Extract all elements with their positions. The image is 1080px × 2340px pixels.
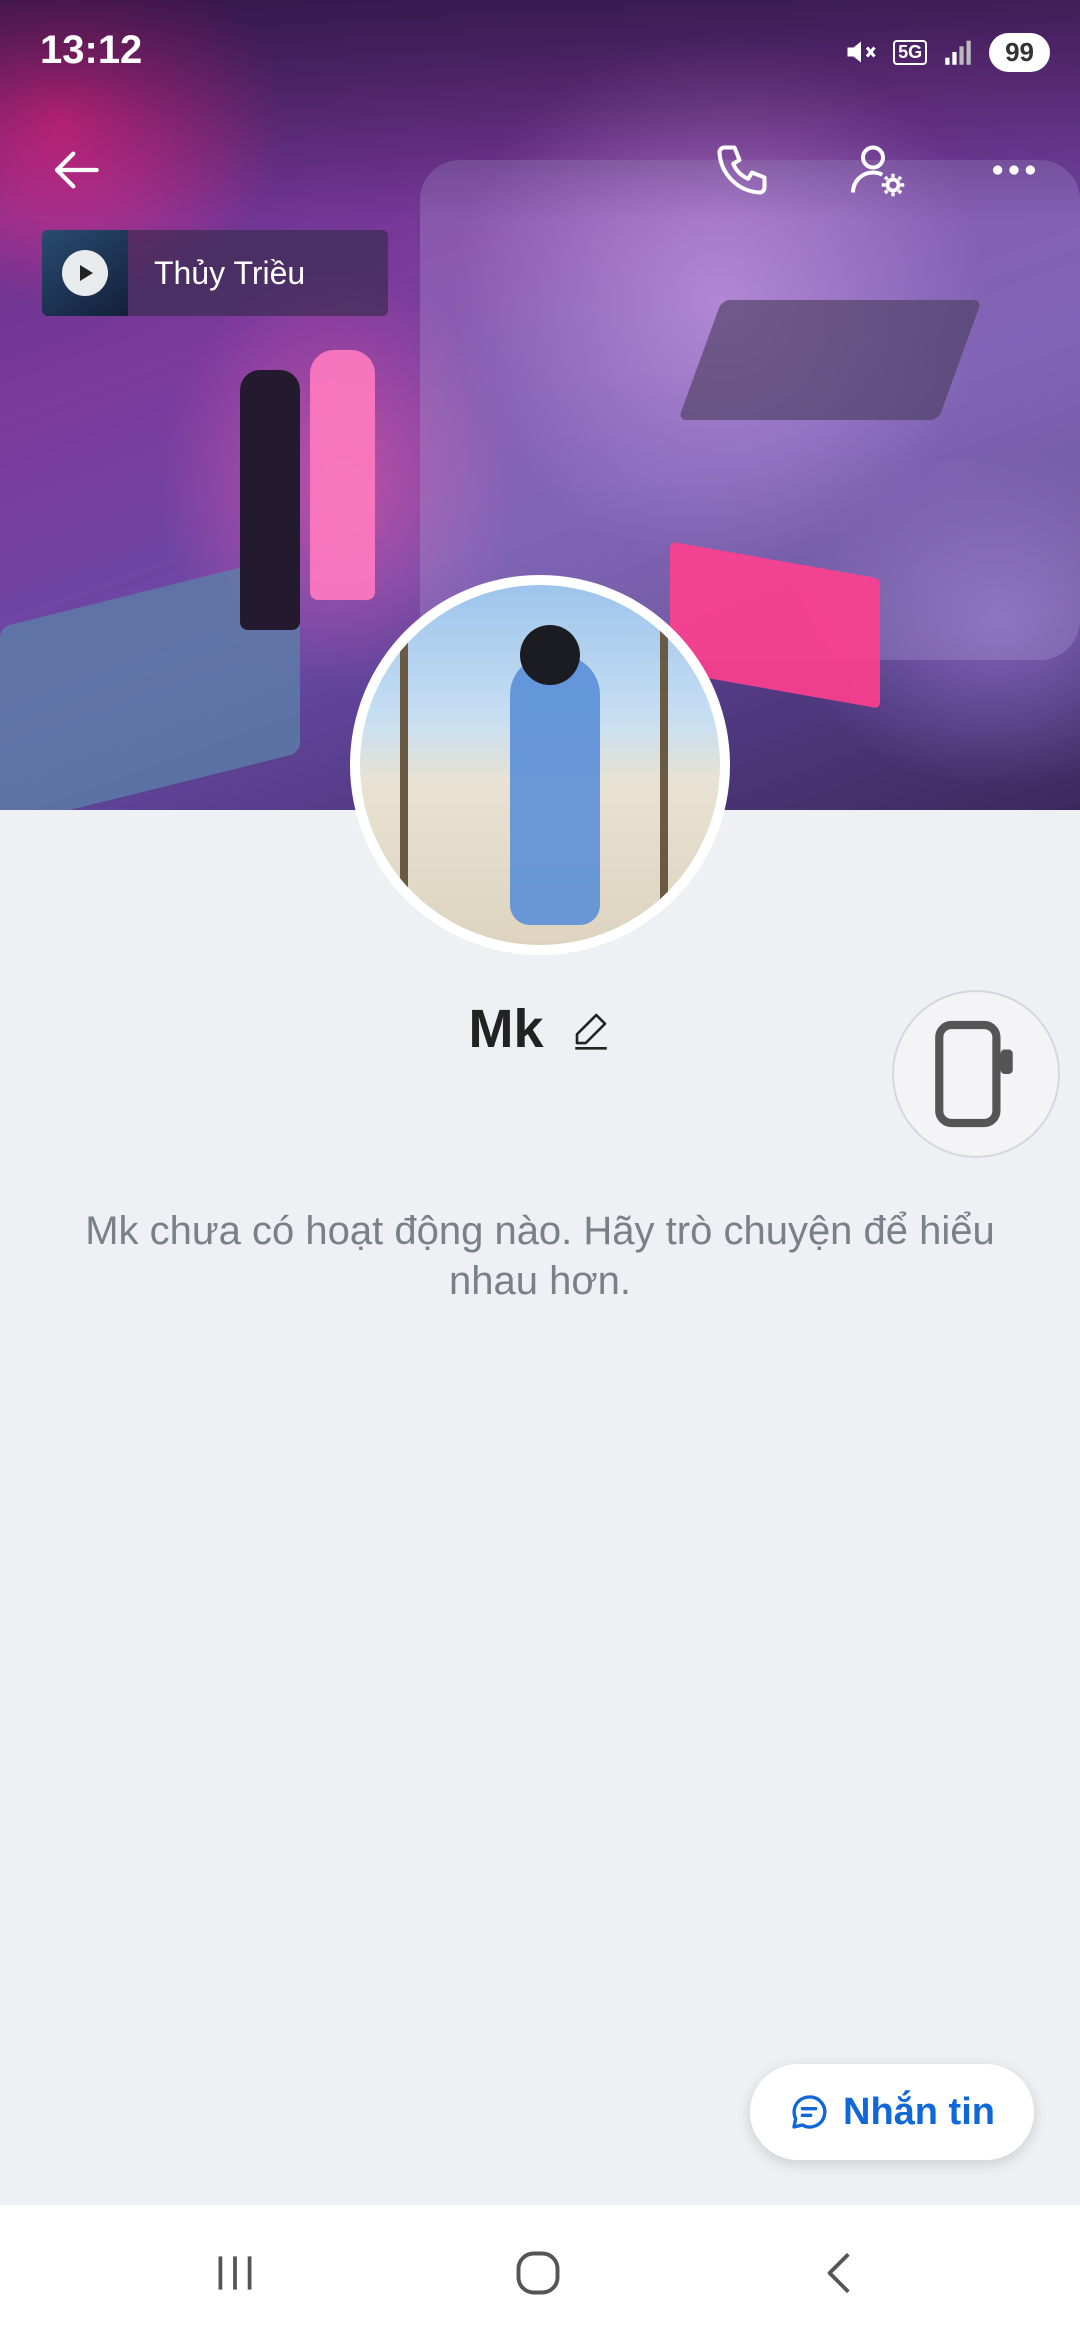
avatar-photo bbox=[360, 585, 720, 945]
mute-icon bbox=[847, 41, 876, 63]
status-time: 13:12 bbox=[40, 28, 143, 72]
cover-bottle-pink-shape bbox=[310, 350, 375, 600]
system-navigation-bar bbox=[0, 2205, 1080, 2340]
nav-back-button[interactable] bbox=[790, 2241, 890, 2305]
music-title: Thủy Triều bbox=[154, 254, 306, 291]
arrow-left-icon bbox=[54, 151, 99, 189]
profile-music-widget[interactable]: Thủy Triều bbox=[42, 230, 388, 316]
device-button[interactable] bbox=[892, 990, 1060, 1158]
album-art bbox=[42, 230, 128, 316]
user-settings-icon bbox=[851, 145, 905, 197]
call-button[interactable] bbox=[702, 130, 782, 210]
battery-level: 99 bbox=[989, 32, 1050, 72]
cover-bottle-shape bbox=[240, 370, 300, 630]
pencil-icon[interactable] bbox=[570, 1008, 612, 1050]
more-button[interactable] bbox=[974, 130, 1054, 210]
more-horizontal-icon bbox=[993, 165, 1035, 175]
avatar-figure bbox=[510, 655, 600, 925]
avatar-pole bbox=[400, 625, 408, 945]
signal-icon bbox=[945, 40, 971, 65]
back-button[interactable] bbox=[38, 130, 118, 210]
home-icon bbox=[516, 2251, 560, 2295]
avatar[interactable] bbox=[350, 575, 730, 955]
avatar-head bbox=[520, 625, 580, 685]
recent-apps-button[interactable] bbox=[185, 2241, 285, 2305]
empty-activity-message: Mk chưa có hoạt động nào. Hãy trò chuyện… bbox=[85, 1209, 995, 1303]
status-icons: 5G 99 bbox=[843, 30, 1050, 74]
recent-apps-icon bbox=[218, 2256, 252, 2290]
play-icon bbox=[80, 265, 93, 281]
profile-settings-button[interactable] bbox=[838, 130, 918, 210]
network-type: 5G bbox=[893, 39, 928, 65]
home-button[interactable] bbox=[488, 2241, 588, 2305]
profile-name: Mk bbox=[468, 999, 544, 1059]
status-bar: 13:12 5G 99 bbox=[0, 0, 1080, 100]
avatar-pole bbox=[660, 625, 668, 945]
chat-bubble-icon bbox=[792, 2095, 827, 2129]
phone-icon bbox=[717, 145, 767, 195]
back-icon bbox=[827, 2252, 850, 2294]
play-button[interactable] bbox=[62, 250, 108, 296]
message-button[interactable]: Nhắn tin bbox=[750, 2064, 1034, 2160]
cover-laptop-shape bbox=[678, 300, 982, 420]
message-button-label: Nhắn tin bbox=[843, 2090, 995, 2133]
phone-device-icon bbox=[935, 1020, 1013, 1128]
